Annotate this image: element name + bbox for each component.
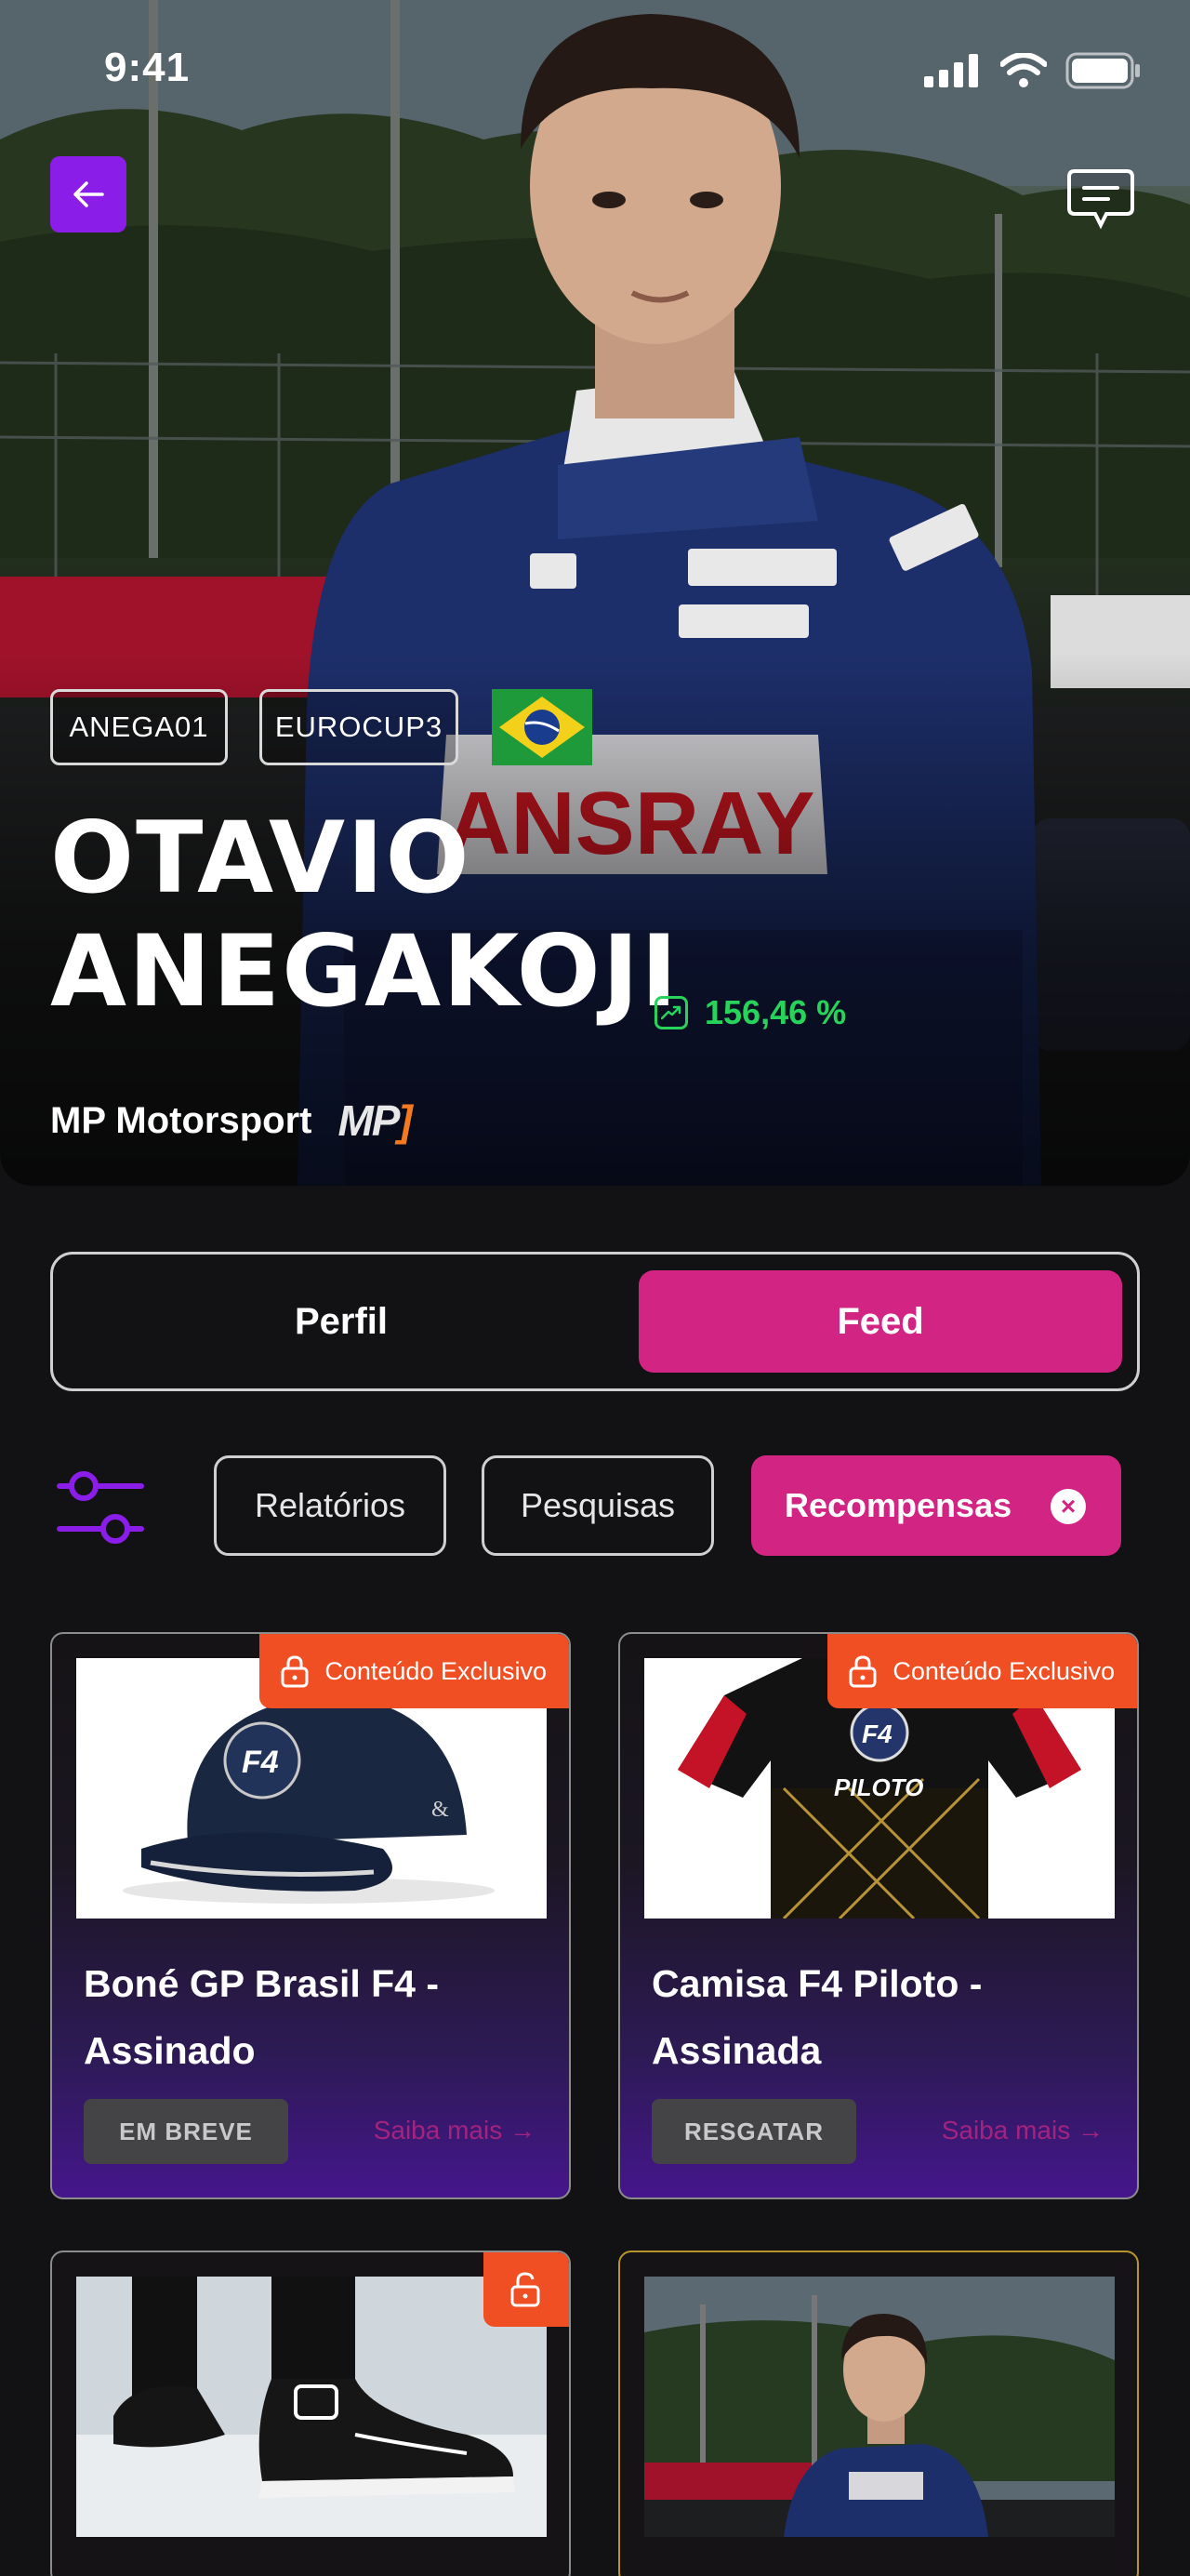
category-tag: EUROCUP3 (259, 689, 458, 765)
cap-logo-text: F4 (242, 1745, 279, 1780)
chat-bubble-icon (1067, 169, 1134, 230)
shirt-text: PILOTO (834, 1773, 923, 1801)
team-info: MP Motorsport MP] (50, 1095, 413, 1146)
redeem-button[interactable]: RESGATAR (652, 2099, 856, 2164)
team-name: MP Motorsport (50, 1099, 312, 1141)
driver-photo-image (644, 2277, 1115, 2537)
growth-value: 156,46 % (705, 993, 847, 1031)
arrow-left-icon (73, 181, 104, 207)
reward-card[interactable]: F4 PILOTO Conteúdo Exclusivo Camisa F4 P… (618, 1632, 1139, 2199)
exclusive-content-label: Conteúdo Exclusivo (324, 1656, 547, 1685)
exclusive-content-badge: Conteúdo Exclusivo (259, 1634, 569, 1708)
exclusive-content-badge: Conteúdo Exclusivo (827, 1634, 1137, 1708)
sliders-icon[interactable] (56, 1467, 145, 1547)
learn-more-link[interactable]: Saiba mais → (942, 2116, 1104, 2145)
growth-indicator: 156,46 % (654, 993, 846, 1032)
reward-title: Boné GP Brasil F4 - Assinado (84, 1962, 440, 2072)
tab-feed[interactable]: Feed (639, 1270, 1122, 1373)
coming-soon-button[interactable]: EM BREVE (84, 2099, 288, 2164)
status-time: 9:41 (104, 45, 191, 90)
learn-more-link[interactable]: Saiba mais → (374, 2116, 536, 2145)
chat-button[interactable] (1065, 164, 1136, 234)
racing-shoes-image (76, 2277, 547, 2537)
lock-icon (281, 1655, 309, 1688)
driver-last-name: ANEGAKOJI (50, 914, 680, 1029)
wifi-icon (1000, 53, 1047, 87)
brazil-flag-icon (492, 689, 592, 765)
filter-chip-pesquisas[interactable]: Pesquisas (482, 1455, 714, 1556)
tab-perfil[interactable]: Perfil (99, 1270, 583, 1373)
status-bar: 9:41 (0, 0, 1190, 139)
lock-icon (849, 1655, 877, 1688)
filter-chip-recompensas[interactable]: Recompensas × (751, 1455, 1121, 1556)
unlocked-badge (483, 2252, 569, 2327)
reward-title: Camisa F4 Piloto - Assinada (652, 1962, 983, 2072)
reward-card[interactable]: F4 & Conteúdo Exclusivo Boné GP Brasil F… (50, 1632, 571, 2199)
driver-first-name: OTAVIO (50, 801, 471, 915)
profile-feed-segmented-control: Perfil Feed (50, 1252, 1140, 1391)
shirt-logo-text: F4 (862, 1720, 892, 1748)
driver-code-tag: ANEGA01 (50, 689, 228, 765)
close-icon[interactable]: × (1051, 1489, 1086, 1524)
filter-chip-label: Recompensas (785, 1486, 1012, 1524)
battery-icon (1065, 52, 1140, 89)
cellular-signal-icon (924, 54, 978, 87)
hero-banner: ANSRAY 9:41 (0, 0, 1190, 1186)
driver-name: OTAVIO ANEGAKOJI (50, 802, 680, 1029)
unlock-icon (510, 2272, 540, 2307)
reward-card[interactable] (618, 2251, 1139, 2576)
exclusive-content-label: Conteúdo Exclusivo (892, 1656, 1115, 1685)
reward-card[interactable] (50, 2251, 571, 2576)
back-button[interactable] (50, 156, 126, 232)
filter-chip-relatorios[interactable]: Relatórios (214, 1455, 446, 1556)
team-logo: MP] (337, 1096, 412, 1145)
trend-up-icon (654, 996, 688, 1029)
svg-text:&: & (431, 1798, 449, 1822)
